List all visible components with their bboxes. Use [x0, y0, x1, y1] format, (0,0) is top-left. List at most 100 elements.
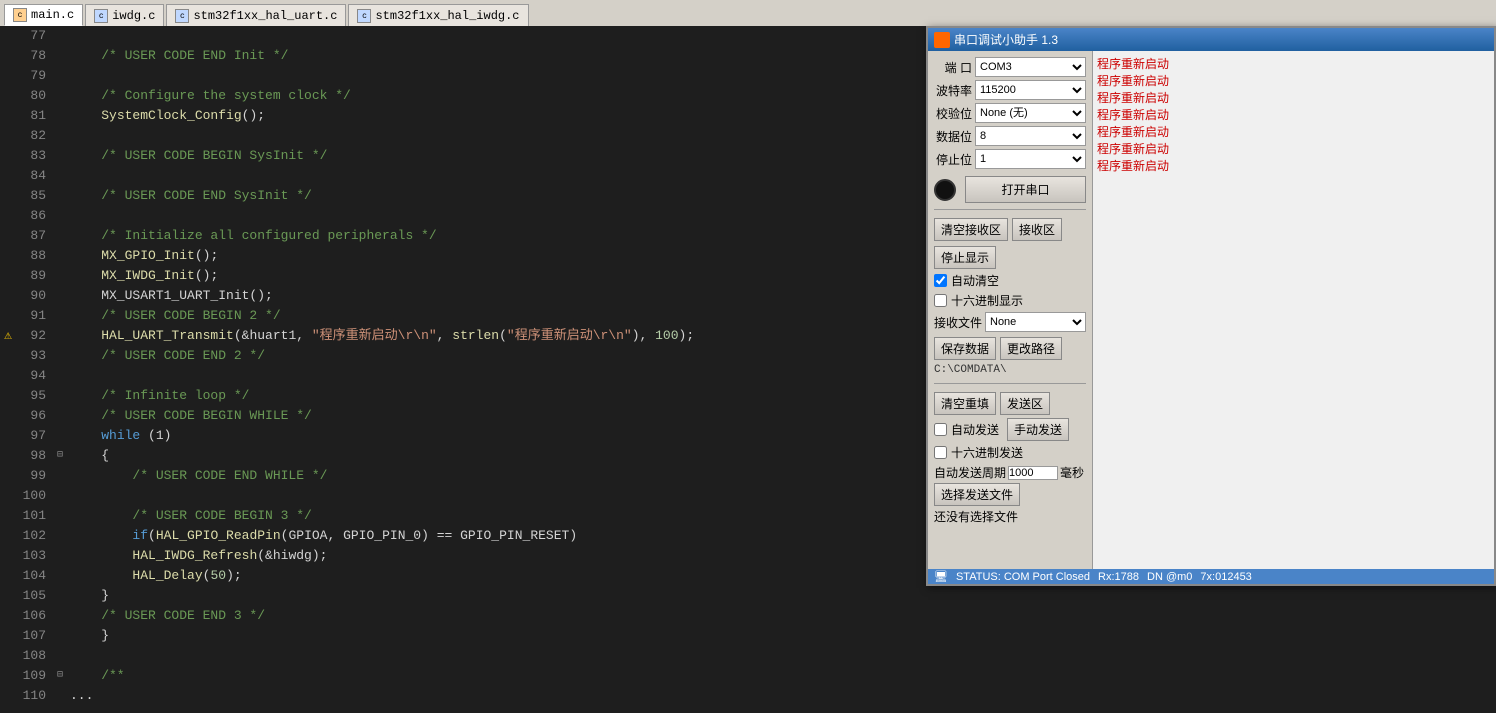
warning-col — [0, 406, 16, 426]
fold-gutter[interactable] — [54, 186, 66, 206]
comment-text: /* USER CODE END SysInit */ — [70, 188, 312, 203]
warning-col — [0, 426, 16, 446]
line-number: 108 — [16, 646, 54, 666]
auto-clear-checkbox[interactable] — [934, 274, 947, 287]
clear-send-button[interactable]: 清空重填 — [934, 392, 996, 415]
line-number: 110 — [16, 686, 54, 706]
auto-send-period-input[interactable] — [1008, 466, 1058, 480]
fold-gutter[interactable] — [54, 586, 66, 606]
hex-display-checkbox[interactable] — [934, 294, 947, 307]
fold-gutter[interactable] — [54, 426, 66, 446]
fold-gutter[interactable] — [54, 46, 66, 66]
warning-col — [0, 86, 16, 106]
fold-gutter[interactable]: ⊟ — [54, 446, 66, 466]
line-number: 82 — [16, 126, 54, 146]
warning-col — [0, 686, 16, 706]
check-select[interactable]: None (无) — [975, 103, 1086, 123]
fold-gutter[interactable] — [54, 226, 66, 246]
open-port-button[interactable]: 打开串口 — [965, 176, 1086, 203]
fold-gutter[interactable] — [54, 326, 66, 346]
warning-col — [0, 26, 16, 46]
warning-col — [0, 186, 16, 206]
fold-gutter[interactable] — [54, 646, 66, 666]
fold-gutter[interactable] — [54, 346, 66, 366]
line-number: 102 — [16, 526, 54, 546]
baud-select[interactable]: 115200 — [975, 80, 1086, 100]
clear-recv-button[interactable]: 清空接收区 — [934, 218, 1008, 241]
change-path-button[interactable]: 更改路径 — [1000, 337, 1062, 360]
serial-recv-area[interactable]: 程序重新启动程序重新启动程序重新启动程序重新启动程序重新启动程序重新启动程序重新… — [1093, 51, 1494, 569]
serial-status-bar: 🖥 STATUS: COM Port Closed Rx:1788 DN @m0… — [928, 569, 1494, 584]
code-line: 107 } — [0, 626, 1496, 646]
fold-gutter[interactable] — [54, 306, 66, 326]
keyword-while: while — [101, 428, 140, 443]
tab-main-c[interactable]: c main.c — [4, 4, 83, 26]
line-content: } — [66, 586, 1496, 606]
fold-gutter[interactable] — [54, 486, 66, 506]
hex-send-checkbox[interactable] — [934, 446, 947, 459]
fold-gutter[interactable] — [54, 606, 66, 626]
recv-file-select[interactable]: None — [985, 312, 1086, 332]
line-number: 103 — [16, 546, 54, 566]
save-path-row: 保存数据 更改路径 — [934, 337, 1086, 360]
fold-gutter[interactable] — [54, 246, 66, 266]
data-select[interactable]: 8 — [975, 126, 1086, 146]
recv-line: 程序重新启动 — [1097, 140, 1490, 157]
stop-display-button[interactable]: 停止显示 — [934, 246, 996, 269]
warning-col — [0, 666, 16, 686]
line-number: 79 — [16, 66, 54, 86]
strlen-arg: ( — [499, 328, 507, 343]
fold-gutter[interactable] — [54, 686, 66, 706]
stop-select[interactable]: 1 — [975, 149, 1086, 169]
line-number: 107 — [16, 626, 54, 646]
auto-send-row: 自动发送 手动发送 — [934, 418, 1086, 441]
save-data-button[interactable]: 保存数据 — [934, 337, 996, 360]
warning-col — [0, 206, 16, 226]
comment-text: /* USER CODE BEGIN SysInit */ — [70, 148, 327, 163]
send-button[interactable]: 发送区 — [1000, 392, 1050, 415]
warning-col — [0, 646, 16, 666]
fold-gutter[interactable] — [54, 546, 66, 566]
line-number: 94 — [16, 366, 54, 386]
serial-window: 串口调试小助手 1.3 端 口 COM3 波特率 115200 — [926, 26, 1496, 586]
fold-gutter[interactable] — [54, 206, 66, 226]
fold-gutter[interactable] — [54, 526, 66, 546]
line-number: 99 — [16, 466, 54, 486]
comment-text: /* USER CODE END Init */ — [70, 48, 288, 63]
auto-send-checkbox[interactable] — [934, 423, 947, 436]
warning-col — [0, 106, 16, 126]
line-number: 86 — [16, 206, 54, 226]
fold-gutter[interactable] — [54, 286, 66, 306]
fold-gutter[interactable] — [54, 466, 66, 486]
recv-area-button[interactable]: 接收区 — [1012, 218, 1062, 241]
fold-gutter[interactable] — [54, 86, 66, 106]
serial-title-text: 串口调试小助手 1.3 — [954, 31, 1058, 48]
fold-gutter[interactable] — [54, 406, 66, 426]
uart-args-open: (&huart1, — [234, 328, 312, 343]
fold-gutter[interactable] — [54, 386, 66, 406]
manual-send-button[interactable]: 手动发送 — [1007, 418, 1069, 441]
keyword-if: if — [132, 528, 148, 543]
fold-gutter[interactable] — [54, 26, 66, 46]
fold-gutter[interactable] — [54, 266, 66, 286]
tab-iwdg-c[interactable]: c iwdg.c — [85, 4, 164, 26]
warning-col — [0, 366, 16, 386]
fold-gutter[interactable] — [54, 166, 66, 186]
fold-gutter[interactable] — [54, 366, 66, 386]
comment-text: /* USER CODE END 2 */ — [70, 348, 265, 363]
port-select[interactable]: COM3 — [975, 57, 1086, 77]
tab-hal-uart[interactable]: c stm32f1xx_hal_uart.c — [166, 4, 346, 26]
line-number: 84 — [16, 166, 54, 186]
fold-gutter[interactable]: ⊟ — [54, 666, 66, 686]
fold-gutter[interactable] — [54, 146, 66, 166]
fold-gutter[interactable] — [54, 626, 66, 646]
line-number: 98 — [16, 446, 54, 466]
tab-hal-iwdg[interactable]: c stm32f1xx_hal_iwdg.c — [348, 4, 528, 26]
fold-gutter[interactable] — [54, 66, 66, 86]
select-file-button[interactable]: 选择发送文件 — [934, 483, 1020, 506]
fold-gutter[interactable] — [54, 506, 66, 526]
fold-gutter[interactable] — [54, 106, 66, 126]
fold-gutter[interactable] — [54, 126, 66, 146]
port-status-indicator — [934, 179, 956, 201]
fold-gutter[interactable] — [54, 566, 66, 586]
